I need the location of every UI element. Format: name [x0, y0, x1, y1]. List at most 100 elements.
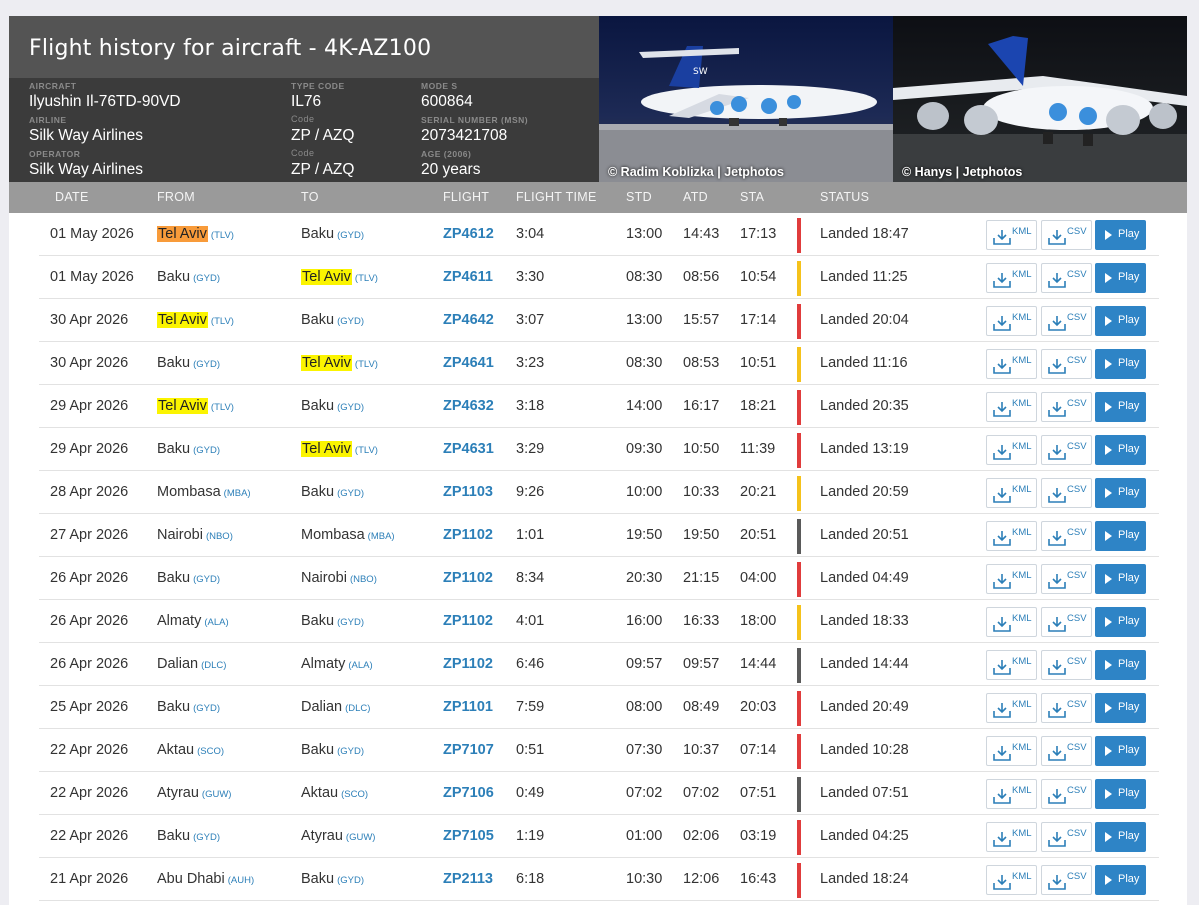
- from-cell[interactable]: Baku (GYD): [157, 570, 220, 586]
- flight-number-link[interactable]: ZP7107: [443, 742, 494, 758]
- play-button[interactable]: Play: [1095, 865, 1146, 895]
- flight-number-link[interactable]: ZP4612: [443, 226, 494, 242]
- play-button[interactable]: Play: [1095, 521, 1146, 551]
- csv-download-button[interactable]: CSV: [1041, 263, 1092, 293]
- csv-download-button[interactable]: CSV: [1041, 865, 1092, 895]
- csv-download-button[interactable]: CSV: [1041, 220, 1092, 250]
- flight-number-link[interactable]: ZP4641: [443, 355, 494, 371]
- to-cell[interactable]: Tel Aviv (TLV): [301, 441, 378, 457]
- play-button[interactable]: Play: [1095, 478, 1146, 508]
- col-to[interactable]: TO: [301, 190, 319, 204]
- from-cell[interactable]: Baku (GYD): [157, 828, 220, 844]
- kml-download-button[interactable]: KML: [986, 478, 1037, 508]
- aircraft-photo-2[interactable]: © Hanys | Jetphotos: [893, 16, 1187, 182]
- to-cell[interactable]: Nairobi (NBO): [301, 570, 377, 586]
- kml-download-button[interactable]: KML: [986, 865, 1037, 895]
- csv-download-button[interactable]: CSV: [1041, 392, 1092, 422]
- from-cell[interactable]: Dalian (DLC): [157, 656, 226, 672]
- kml-download-button[interactable]: KML: [986, 435, 1037, 465]
- col-std[interactable]: STD: [626, 190, 652, 204]
- flight-number-link[interactable]: ZP4642: [443, 312, 494, 328]
- to-cell[interactable]: Baku (GYD): [301, 742, 364, 758]
- flight-number-link[interactable]: ZP1102: [443, 613, 493, 629]
- play-button[interactable]: Play: [1095, 306, 1146, 336]
- to-cell[interactable]: Almaty (ALA): [301, 656, 373, 672]
- from-cell[interactable]: Abu Dhabi (AUH): [157, 871, 254, 887]
- play-button[interactable]: Play: [1095, 263, 1146, 293]
- kml-download-button[interactable]: KML: [986, 263, 1037, 293]
- csv-download-button[interactable]: CSV: [1041, 822, 1092, 852]
- from-cell[interactable]: Tel Aviv (TLV): [157, 226, 234, 242]
- play-button[interactable]: Play: [1095, 650, 1146, 680]
- flight-number-link[interactable]: ZP1102: [443, 527, 493, 543]
- col-atd[interactable]: ATD: [683, 190, 708, 204]
- from-cell[interactable]: Nairobi (NBO): [157, 527, 233, 543]
- kml-download-button[interactable]: KML: [986, 650, 1037, 680]
- play-button[interactable]: Play: [1095, 822, 1146, 852]
- to-cell[interactable]: Baku (GYD): [301, 398, 364, 414]
- kml-download-button[interactable]: KML: [986, 607, 1037, 637]
- csv-download-button[interactable]: CSV: [1041, 693, 1092, 723]
- to-cell[interactable]: Mombasa (MBA): [301, 527, 395, 543]
- play-button[interactable]: Play: [1095, 779, 1146, 809]
- to-cell[interactable]: Baku (GYD): [301, 226, 364, 242]
- to-cell[interactable]: Tel Aviv (TLV): [301, 269, 378, 285]
- kml-download-button[interactable]: KML: [986, 349, 1037, 379]
- play-button[interactable]: Play: [1095, 220, 1146, 250]
- csv-download-button[interactable]: CSV: [1041, 306, 1092, 336]
- kml-download-button[interactable]: KML: [986, 822, 1037, 852]
- from-cell[interactable]: Baku (GYD): [157, 269, 220, 285]
- aircraft-photo-1[interactable]: SW © Radim Koblizka | Jetphotos: [599, 16, 893, 182]
- col-sta[interactable]: STA: [740, 190, 764, 204]
- kml-download-button[interactable]: KML: [986, 306, 1037, 336]
- kml-download-button[interactable]: KML: [986, 220, 1037, 250]
- from-cell[interactable]: Baku (GYD): [157, 441, 220, 457]
- play-button[interactable]: Play: [1095, 607, 1146, 637]
- kml-download-button[interactable]: KML: [986, 564, 1037, 594]
- col-date[interactable]: DATE: [55, 190, 89, 204]
- flight-number-link[interactable]: ZP7105: [443, 828, 494, 844]
- csv-download-button[interactable]: CSV: [1041, 607, 1092, 637]
- from-cell[interactable]: Aktau (SCO): [157, 742, 224, 758]
- to-cell[interactable]: Baku (GYD): [301, 312, 364, 328]
- to-cell[interactable]: Atyrau (GUW): [301, 828, 375, 844]
- from-cell[interactable]: Almaty (ALA): [157, 613, 229, 629]
- to-cell[interactable]: Baku (GYD): [301, 871, 364, 887]
- flight-number-link[interactable]: ZP4611: [443, 269, 493, 285]
- col-flight-time[interactable]: FLIGHT TIME: [516, 190, 597, 204]
- csv-download-button[interactable]: CSV: [1041, 736, 1092, 766]
- col-status[interactable]: STATUS: [820, 190, 869, 204]
- kml-download-button[interactable]: KML: [986, 779, 1037, 809]
- to-cell[interactable]: Baku (GYD): [301, 613, 364, 629]
- play-button[interactable]: Play: [1095, 435, 1146, 465]
- from-cell[interactable]: Atyrau (GUW): [157, 785, 231, 801]
- flight-number-link[interactable]: ZP7106: [443, 785, 494, 801]
- csv-download-button[interactable]: CSV: [1041, 349, 1092, 379]
- flight-number-link[interactable]: ZP2113: [443, 871, 493, 887]
- kml-download-button[interactable]: KML: [986, 736, 1037, 766]
- csv-download-button[interactable]: CSV: [1041, 478, 1092, 508]
- kml-download-button[interactable]: KML: [986, 392, 1037, 422]
- csv-download-button[interactable]: CSV: [1041, 650, 1092, 680]
- to-cell[interactable]: Aktau (SCO): [301, 785, 368, 801]
- csv-download-button[interactable]: CSV: [1041, 564, 1092, 594]
- play-button[interactable]: Play: [1095, 564, 1146, 594]
- flight-number-link[interactable]: ZP1101: [443, 699, 493, 715]
- csv-download-button[interactable]: CSV: [1041, 435, 1092, 465]
- from-cell[interactable]: Tel Aviv (TLV): [157, 312, 234, 328]
- flight-number-link[interactable]: ZP1102: [443, 570, 493, 586]
- flight-number-link[interactable]: ZP1102: [443, 656, 493, 672]
- to-cell[interactable]: Dalian (DLC): [301, 699, 370, 715]
- from-cell[interactable]: Baku (GYD): [157, 699, 220, 715]
- play-button[interactable]: Play: [1095, 693, 1146, 723]
- flight-number-link[interactable]: ZP4631: [443, 441, 494, 457]
- col-from[interactable]: FROM: [157, 190, 195, 204]
- flight-number-link[interactable]: ZP1103: [443, 484, 493, 500]
- from-cell[interactable]: Mombasa (MBA): [157, 484, 251, 500]
- kml-download-button[interactable]: KML: [986, 521, 1037, 551]
- col-flight[interactable]: FLIGHT: [443, 190, 489, 204]
- to-cell[interactable]: Tel Aviv (TLV): [301, 355, 378, 371]
- play-button[interactable]: Play: [1095, 736, 1146, 766]
- play-button[interactable]: Play: [1095, 349, 1146, 379]
- play-button[interactable]: Play: [1095, 392, 1146, 422]
